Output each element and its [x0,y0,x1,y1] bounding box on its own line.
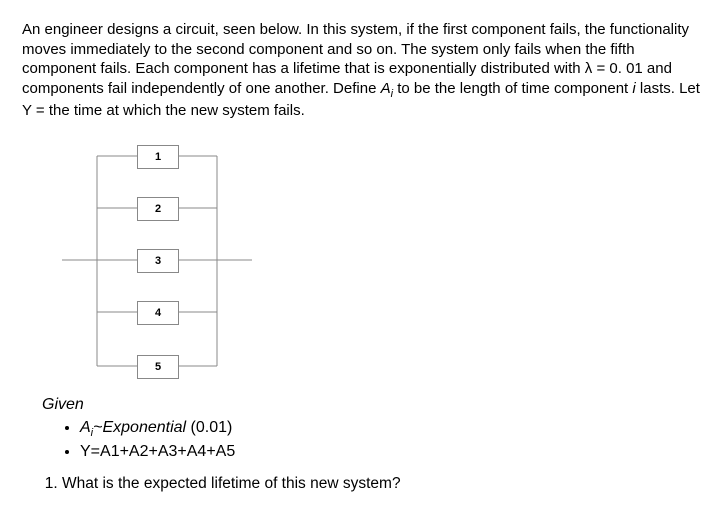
given-item-2-text: Y=A1+A2+A3+A4+A5 [80,443,235,460]
given-heading: Given [42,395,701,416]
given-list: Ai~Exponential (0.01) Y=A1+A2+A3+A4+A5 [42,418,701,462]
question-list: What is the expected lifetime of this ne… [22,474,701,494]
given-item-1-dist: ~Exponential [93,419,186,436]
component-box-1: 1 [137,145,179,169]
component-label-3: 3 [155,254,161,268]
component-label-5: 5 [155,360,161,374]
component-label-1: 1 [155,150,161,164]
given-item-1: Ai~Exponential (0.01) [80,418,701,440]
var-a: A [381,80,391,97]
problem-statement: An engineer designs a circuit, seen belo… [22,20,701,120]
problem-text-mid: to be the length of time component [393,80,632,97]
given-item-2: Y=A1+A2+A3+A4+A5 [80,442,701,463]
given-item-1-param: (0.01) [186,419,232,436]
component-label-2: 2 [155,202,161,216]
component-box-2: 2 [137,197,179,221]
component-box-4: 4 [137,301,179,325]
circuit-diagram: 1 2 3 4 5 [62,135,282,385]
question-1: What is the expected lifetime of this ne… [62,474,701,494]
given-section: Given Ai~Exponential (0.01) Y=A1+A2+A3+A… [42,395,701,462]
component-label-4: 4 [155,306,161,320]
component-box-5: 5 [137,355,179,379]
component-box-3: 3 [137,249,179,273]
given-item-1-var: A [80,419,91,436]
